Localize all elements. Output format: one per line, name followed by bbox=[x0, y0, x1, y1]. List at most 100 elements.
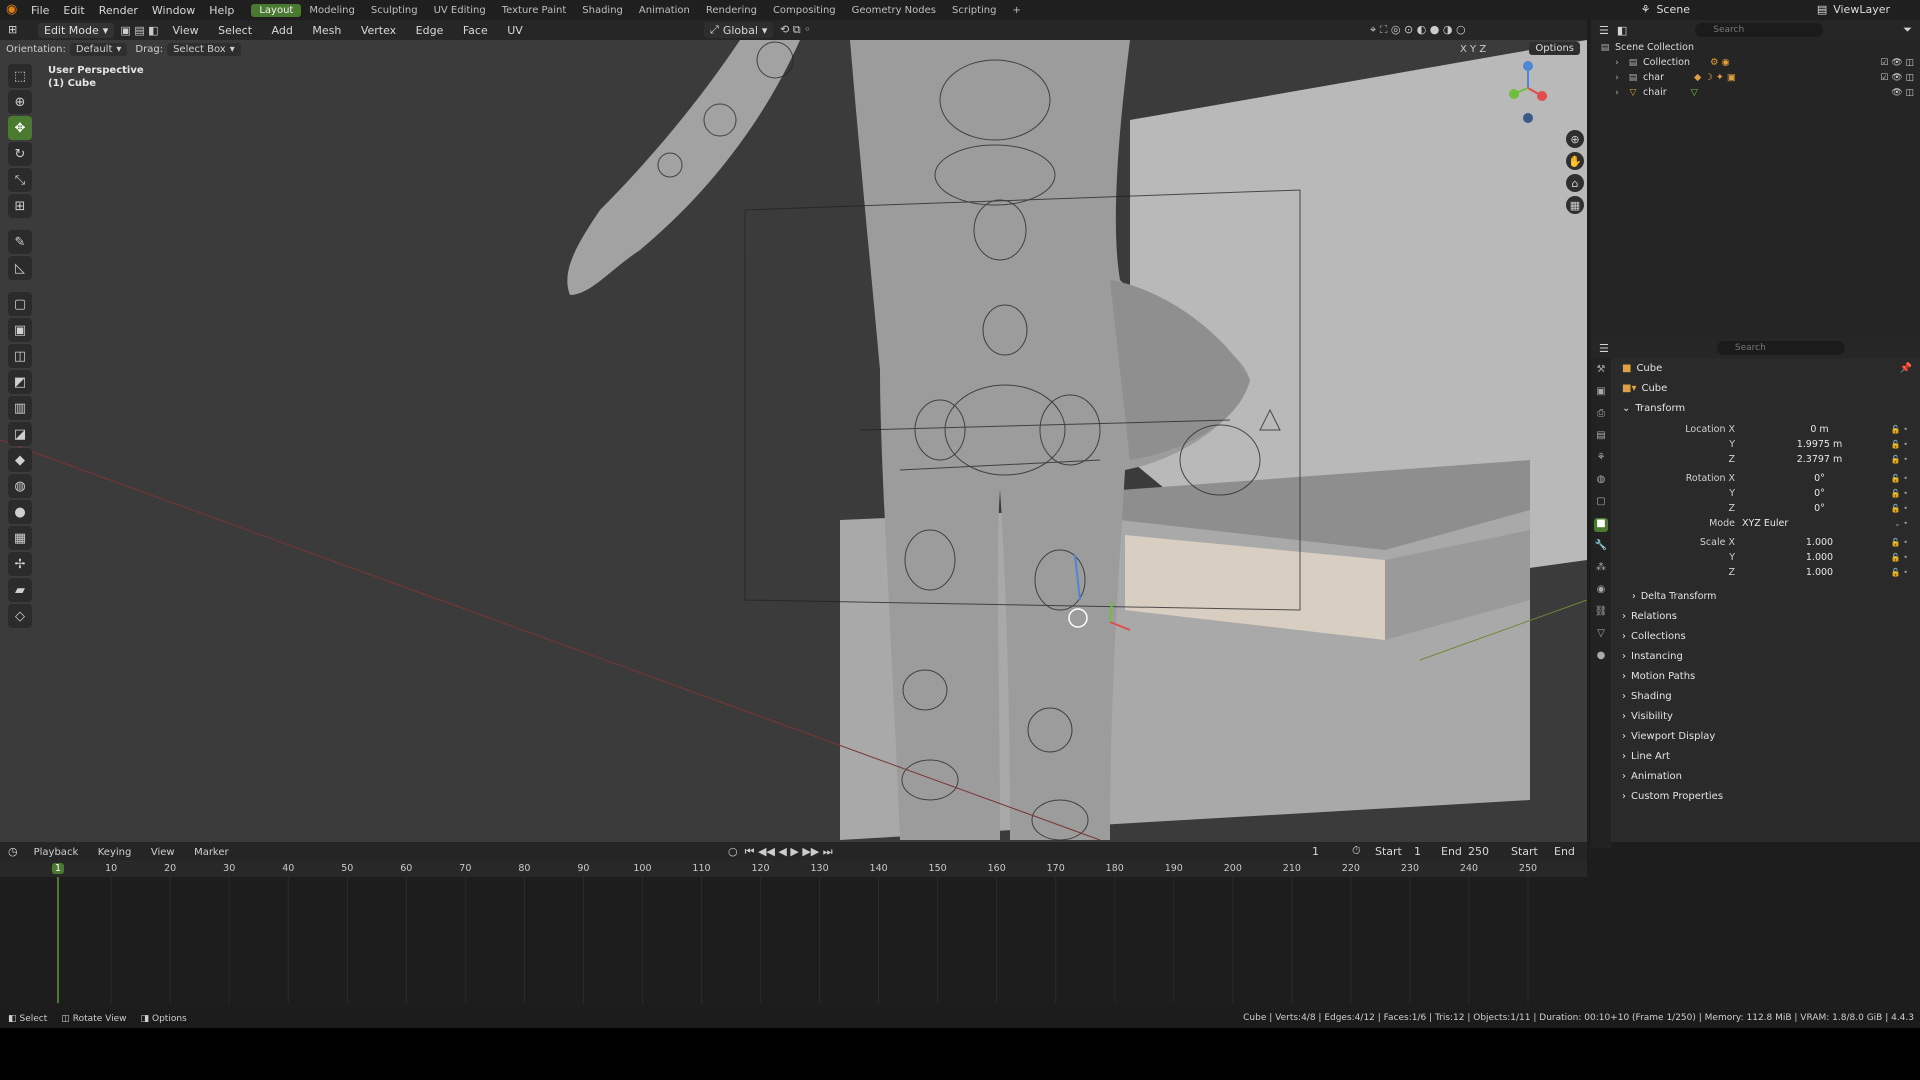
timeline-editor-icon[interactable]: ◷ bbox=[8, 845, 18, 858]
location-y-row[interactable]: Y 1.9975 m 🔓 • bbox=[1612, 437, 1920, 452]
menu-add[interactable]: Add bbox=[264, 24, 301, 37]
scene-selector[interactable]: ⚘ Scene bbox=[1641, 3, 1690, 16]
output-tab-icon[interactable]: ⎙ bbox=[1594, 408, 1608, 422]
scale-x-value[interactable]: 1.000 bbox=[1742, 537, 1897, 548]
section-line-art[interactable]: › Line Art bbox=[1612, 746, 1920, 766]
tweak-icon[interactable]: ⬚ bbox=[8, 64, 32, 88]
view-layer-tab-icon[interactable]: ▤ bbox=[1594, 430, 1608, 444]
options-button[interactable]: Options bbox=[1529, 42, 1580, 55]
tab-texture-paint[interactable]: Texture Paint bbox=[494, 4, 575, 17]
menu-edge[interactable]: Edge bbox=[408, 24, 452, 37]
scale-z-row[interactable]: Z 1.000 🔓 • bbox=[1612, 565, 1920, 580]
overlay-shading-icons[interactable]: ⌖ ⛶ ◎ ⊙ ◐ ● ◑ ○ bbox=[1370, 23, 1466, 37]
menu-file[interactable]: File bbox=[24, 4, 56, 17]
cursor-icon[interactable]: ⊕ bbox=[8, 90, 32, 114]
menu-view[interactable]: View bbox=[143, 847, 183, 858]
tab-animation[interactable]: Animation bbox=[631, 4, 698, 17]
transform-orientation-dropdown[interactable]: ⤢ Global ▾ bbox=[704, 22, 774, 38]
zoom-icon[interactable]: ⊕ bbox=[1566, 130, 1584, 148]
rotation-x-value[interactable]: 0° bbox=[1742, 473, 1897, 484]
smooth-icon[interactable]: ● bbox=[8, 500, 32, 524]
editor-type-icon[interactable]: ⊞ bbox=[8, 23, 17, 36]
tab-rendering[interactable]: Rendering bbox=[698, 4, 765, 17]
edge-slide-icon[interactable]: ▦ bbox=[8, 526, 32, 550]
lock-icon[interactable]: 🔓 • bbox=[1891, 489, 1908, 498]
pin-icon[interactable]: 📌 bbox=[1900, 363, 1912, 374]
datablock-row[interactable]: ■▾ Cube bbox=[1612, 378, 1920, 398]
extrude-icon[interactable]: ▣ bbox=[8, 318, 32, 342]
chevron-right-icon[interactable]: › bbox=[1611, 58, 1623, 68]
section-custom-properties[interactable]: › Custom Properties bbox=[1612, 786, 1920, 806]
rotation-z-row[interactable]: Z 0° 🔓 • bbox=[1612, 501, 1920, 516]
snap-icons[interactable]: ⟲ ⧉ ◦ bbox=[780, 23, 811, 37]
section-instancing[interactable]: › Instancing bbox=[1612, 646, 1920, 666]
lock-icon[interactable]: 🔓 • bbox=[1891, 538, 1908, 547]
lock-icon[interactable]: 🔓 • bbox=[1891, 440, 1908, 449]
rip-icon[interactable]: ◇ bbox=[8, 604, 32, 628]
menu-uv[interactable]: UV bbox=[499, 24, 531, 37]
tab-modeling[interactable]: Modeling bbox=[301, 4, 363, 17]
lock-icon[interactable]: 🔓 • bbox=[1891, 474, 1908, 483]
section-relations[interactable]: › Relations bbox=[1612, 606, 1920, 626]
move-icon[interactable]: ✥ bbox=[8, 116, 32, 140]
pan-hand-icon[interactable]: ✋ bbox=[1566, 152, 1584, 170]
chevron-right-icon[interactable]: › bbox=[1611, 73, 1623, 83]
tab-sculpting[interactable]: Sculpting bbox=[363, 4, 426, 17]
timeline-body[interactable] bbox=[0, 877, 1587, 1003]
object-tab-icon[interactable]: ■ bbox=[1594, 518, 1608, 532]
outliner-editor-icon[interactable]: ☰ bbox=[1599, 24, 1609, 37]
lock-icon[interactable]: 🔓 • bbox=[1891, 553, 1908, 562]
rotation-y-row[interactable]: Y 0° 🔓 • bbox=[1612, 486, 1920, 501]
menu-face[interactable]: Face bbox=[455, 24, 496, 37]
menu-marker[interactable]: Marker bbox=[186, 847, 237, 858]
tab-shading[interactable]: Shading bbox=[574, 4, 631, 17]
mirror-y[interactable]: Y bbox=[1470, 44, 1476, 55]
navigation-gizmo[interactable] bbox=[1498, 58, 1558, 128]
menu-edit[interactable]: Edit bbox=[56, 4, 91, 17]
menu-keying[interactable]: Keying bbox=[90, 847, 140, 858]
bevel-icon[interactable]: ◩ bbox=[8, 370, 32, 394]
outliner-row-chair[interactable]: › ▽ chair ▽ 👁 ◫ bbox=[1591, 85, 1920, 100]
start-frame-field[interactable]: 1 bbox=[1414, 845, 1421, 858]
current-frame-field[interactable]: 1 bbox=[1312, 845, 1319, 858]
location-x-row[interactable]: Location X 0 m 🔓 • bbox=[1612, 422, 1920, 437]
render-tab-icon[interactable]: ▣ bbox=[1594, 386, 1608, 400]
location-x-value[interactable]: 0 m bbox=[1742, 424, 1897, 435]
section-delta-transform[interactable]: › Delta Transform bbox=[1612, 586, 1920, 606]
row-visibility-toggles[interactable]: ☑ 👁 ◫ bbox=[1880, 58, 1914, 68]
collection-tab-icon[interactable]: ▢ bbox=[1594, 496, 1608, 510]
filter-icon[interactable]: ⏷ bbox=[1903, 23, 1912, 37]
scale-y-row[interactable]: Y 1.000 🔓 • bbox=[1612, 550, 1920, 565]
knife-icon[interactable]: ◪ bbox=[8, 422, 32, 446]
menu-window[interactable]: Window bbox=[145, 4, 202, 17]
menu-view[interactable]: View bbox=[165, 24, 207, 37]
data-tab-icon[interactable]: ▽ bbox=[1594, 628, 1608, 642]
transform-panel-header[interactable]: ⌄ Transform bbox=[1612, 398, 1920, 418]
chevron-down-icon[interactable]: ⌄ • bbox=[1894, 519, 1908, 528]
properties-editor-icon[interactable]: ☰ bbox=[1599, 342, 1609, 355]
rotation-z-value[interactable]: 0° bbox=[1742, 503, 1897, 514]
tab-scripting[interactable]: Scripting bbox=[944, 4, 1004, 17]
mode-selector[interactable]: Edit Mode ▾ bbox=[38, 22, 115, 38]
lock-icon[interactable]: 🔓 • bbox=[1891, 425, 1908, 434]
menu-help[interactable]: Help bbox=[202, 4, 241, 17]
timeline-ruler[interactable]: 1 10 20 30 40 50 60 70 80 90 100 110 120 130 140 150 160… bbox=[0, 860, 1587, 877]
end-frame-field[interactable]: 250 bbox=[1468, 845, 1489, 858]
playback-controls[interactable]: ○ ⏮ ◀◀ ◀ ▶ ▶▶ ⏭ bbox=[728, 845, 833, 859]
location-y-value[interactable]: 1.9975 m bbox=[1742, 439, 1897, 450]
mirror-x[interactable]: X bbox=[1460, 44, 1467, 55]
location-z-row[interactable]: Z 2.3797 m 🔓 • bbox=[1612, 452, 1920, 467]
material-tab-icon[interactable]: ● bbox=[1594, 650, 1608, 664]
tool-tab-icon[interactable]: ⚒ bbox=[1594, 364, 1608, 378]
properties-search-input[interactable]: Search bbox=[1716, 341, 1845, 355]
transform-icon[interactable]: ⊞ bbox=[8, 194, 32, 218]
section-animation[interactable]: › Animation bbox=[1612, 766, 1920, 786]
menu-playback[interactable]: Playback bbox=[26, 847, 87, 858]
scale-z-value[interactable]: 1.000 bbox=[1742, 567, 1897, 578]
drag-dropdown[interactable]: Select Box ▾ bbox=[167, 42, 241, 56]
tab-layout[interactable]: Layout bbox=[251, 3, 302, 17]
menu-vertex[interactable]: Vertex bbox=[353, 24, 404, 37]
3d-viewport[interactable] bbox=[0, 40, 1587, 842]
section-viewport-display[interactable]: › Viewport Display bbox=[1612, 726, 1920, 746]
inset-icon[interactable]: ◫ bbox=[8, 344, 32, 368]
